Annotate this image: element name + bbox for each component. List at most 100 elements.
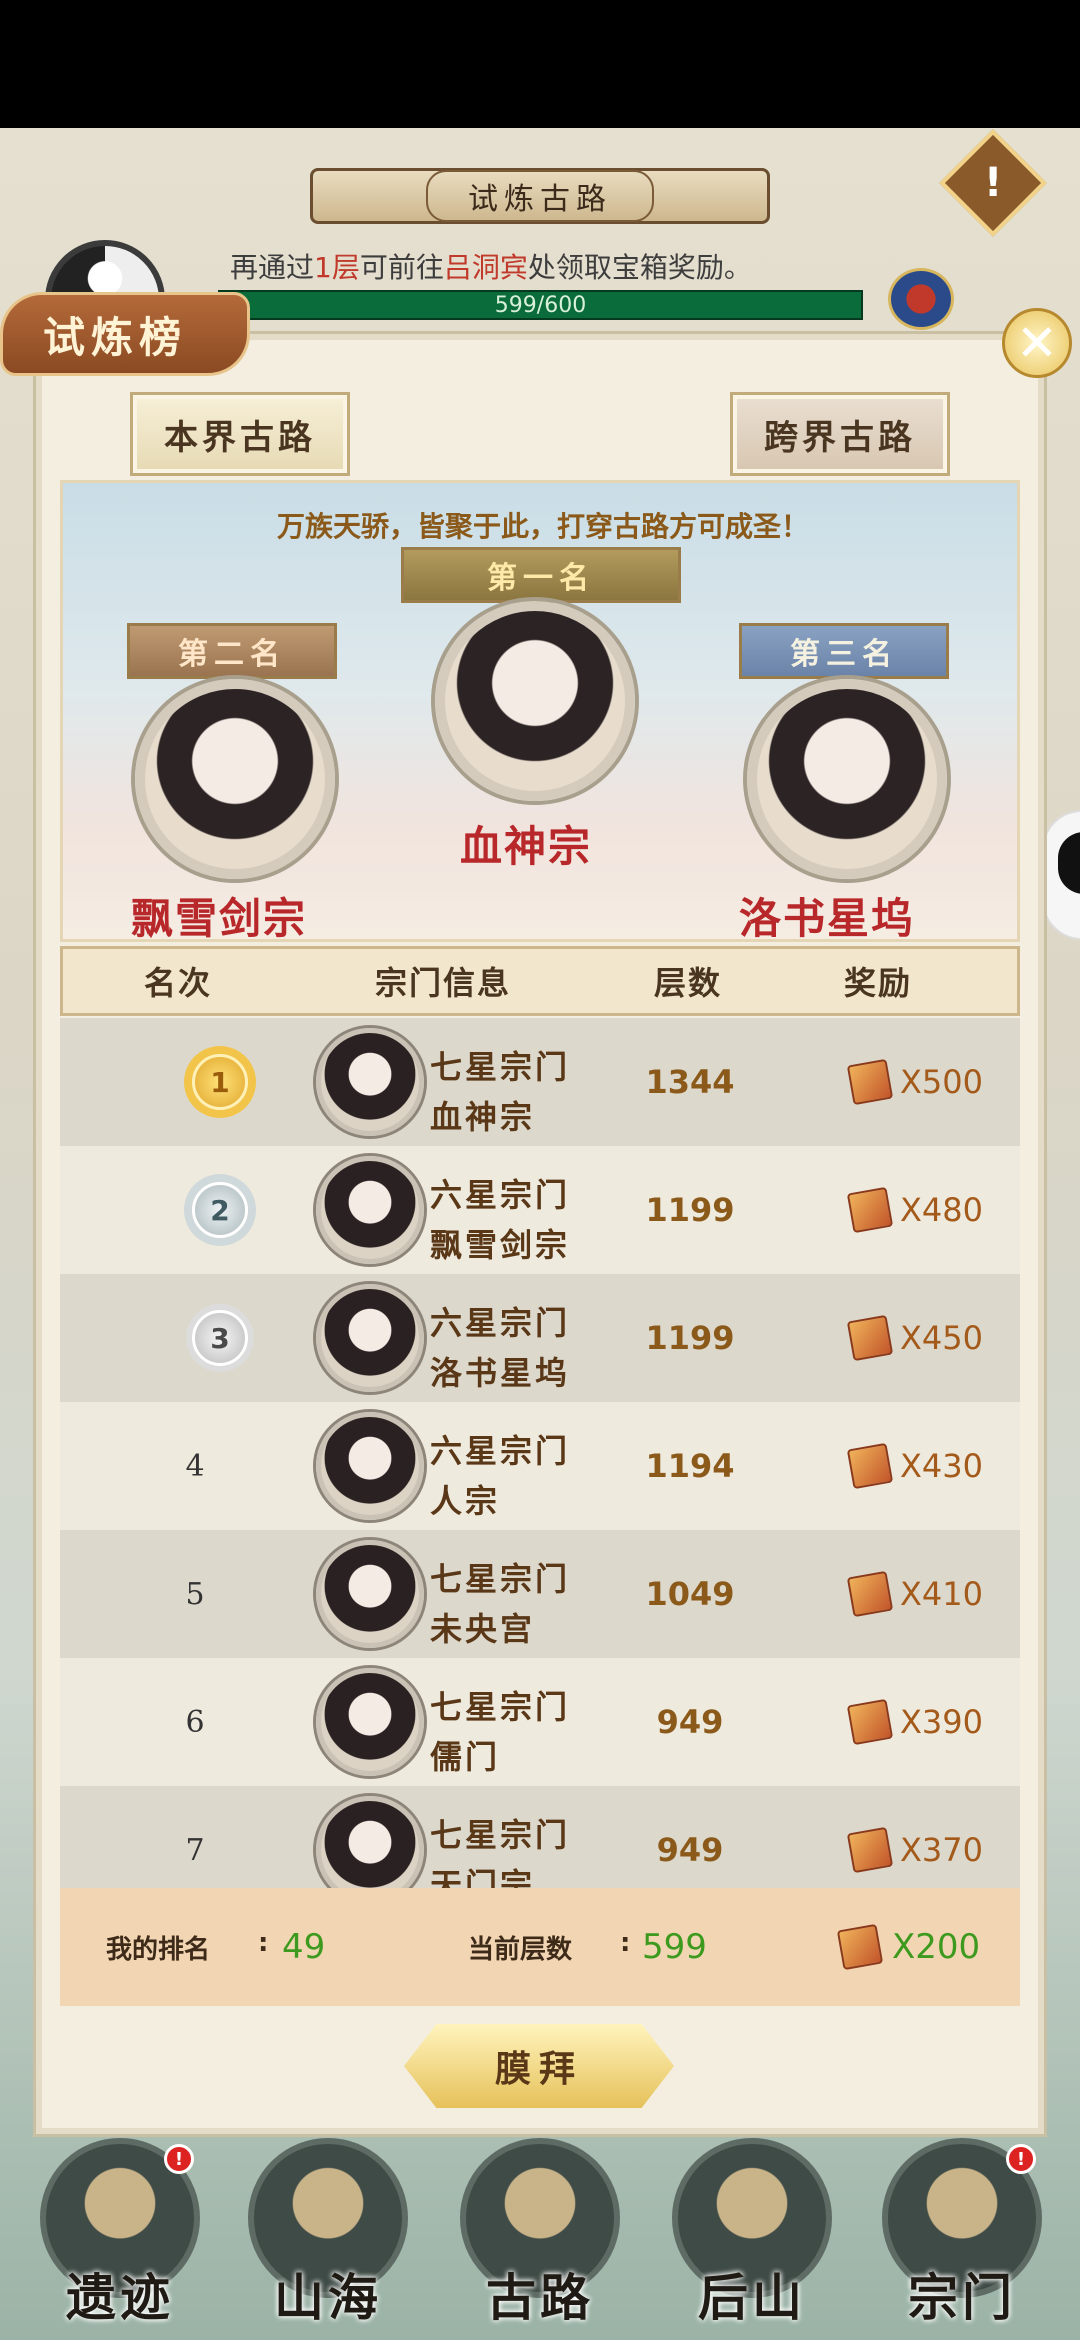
floor-count: 1199 [645,1191,735,1229]
nav-item-ancient-road[interactable]: 古路 [452,2138,628,2338]
first-place-banner: 第一名 [401,547,681,603]
reward-scroll-icon [846,1058,894,1106]
qq-penguin-icon[interactable] [1042,810,1080,940]
sect-avatar[interactable] [316,1668,424,1776]
sect-name: 飘雪剑宗 [430,1226,571,1264]
warning-icon: ! [983,160,1003,206]
sect-name: 洛书星坞 [430,1354,571,1392]
sect-avatar[interactable] [316,1412,424,1520]
nav-label: 宗门 [908,2268,1016,2327]
reward: X370 [846,1826,983,1874]
nav-label: 后山 [698,2268,806,2327]
notification-badge: ! [164,2144,194,2174]
floor-tip: 再通过1层可前往吕洞宾处领取宝箱奖励。 [230,251,752,284]
sect-avatar[interactable] [316,1028,424,1136]
sect-tier: 七星宗门 [430,1048,571,1086]
rank-number: 6 [185,1704,205,1740]
reward: X390 [846,1698,983,1746]
reward: X480 [846,1186,983,1234]
third-place-avatar[interactable] [747,679,947,879]
nav-label: 古路 [486,2268,594,2327]
status-bar [0,0,1080,128]
nav-item-ruins[interactable]: ! 遗迹 [32,2138,208,2338]
current-floor-label: 当前层数 [468,1934,573,1965]
third-place-banner: 第三名 [739,623,949,679]
sect-name: 天门宗 [430,1866,536,1888]
reward-scroll-icon [846,1826,894,1874]
silver-medal-icon: 2 [170,1175,270,1245]
gold-medal-icon: 1 [170,1047,270,1117]
table-row[interactable]: 4 六星宗门 人宗 1194 X430 [60,1402,1020,1530]
reward-scroll-icon [846,1698,894,1746]
reward-scroll-icon [836,1923,884,1971]
first-place-avatar[interactable] [435,601,635,801]
reward: X430 [846,1442,983,1490]
tab-local-road[interactable]: 本界古路 [130,392,350,476]
sect-tier: 七星宗门 [430,1816,571,1854]
reward-scroll-icon [846,1314,894,1362]
second-place-avatar[interactable] [135,679,335,879]
reward-scroll-icon [846,1442,894,1490]
floor-count: 949 [656,1831,724,1869]
nav-label: 山海 [274,2268,382,2327]
header-rank: 名次 [143,964,212,1002]
close-button[interactable]: ✕ [1002,308,1072,378]
floor-progress-bar: 599/600 [218,290,863,320]
sect-avatar[interactable] [316,1540,424,1648]
floor-count: 1344 [645,1063,735,1101]
top-three-podium: 万族天骄，皆聚于此，打穿古路方可成圣！ 第一名 血神宗 第二名 飘雪剑宗 第三名… [60,480,1020,942]
sect-avatar[interactable] [316,1796,424,1888]
bronze-medal-icon: 3 [170,1303,270,1373]
floor-count: 1049 [645,1575,735,1613]
sect-tier: 六星宗门 [430,1432,571,1470]
sect-name: 血神宗 [430,1098,536,1136]
sect-name: 未央宫 [430,1610,536,1648]
sect-name: 儒门 [430,1738,501,1776]
table-row[interactable]: 1 七星宗门 血神宗 1344 X500 [60,1018,1020,1146]
road-title-scroll: 试炼古路 [310,168,770,224]
sect-tier: 六星宗门 [430,1304,571,1342]
ranking-table-body[interactable]: 1 七星宗门 血神宗 1344 X500 2 六星宗门 飘雪剑宗 1199 X4… [60,1018,1020,1888]
floor-count: 1194 [645,1447,735,1485]
table-row[interactable]: 5 七星宗门 未央宫 1049 X410 [60,1530,1020,1658]
sect-tier: 七星宗门 [430,1688,571,1726]
header-floor: 层数 [653,964,722,1002]
table-row[interactable]: 7 七星宗门 天门宗 949 X370 [60,1786,1020,1888]
notification-badge: ! [1006,2144,1036,2174]
my-reward-value: X200 [892,1927,981,1967]
second-place-banner: 第二名 [127,623,337,679]
current-floor-value: 599 [642,1927,707,1967]
table-row[interactable]: 2 六星宗门 飘雪剑宗 1199 X480 [60,1146,1020,1274]
sect-tier: 六星宗门 [430,1176,571,1214]
podium-slogan: 万族天骄，皆聚于此，打穿古路方可成圣！ [276,510,809,543]
reward-scroll-icon [846,1186,894,1234]
nav-item-mountain-sea[interactable]: 山海 [240,2138,416,2338]
second-place-sect: 飘雪剑宗 [131,894,308,942]
worship-button[interactable]: 膜拜 [404,2024,674,2108]
tab-cross-road[interactable]: 跨界古路 [730,392,950,476]
nav-item-back-mountain[interactable]: 后山 [664,2138,840,2338]
road-title: 试炼古路 [426,170,654,222]
header-reward: 奖励 [843,964,912,1002]
header-sect: 宗门信息 [374,964,511,1002]
sect-avatar[interactable] [316,1156,424,1264]
rank-number: 7 [185,1832,205,1868]
floor-count: 1199 [645,1319,735,1357]
sect-avatar[interactable] [316,1284,424,1392]
my-rank-bar: 我的排名 : 49 当前层数 : 599 X200 [60,1888,1020,2006]
nav-item-sect[interactable]: ! 宗门 [874,2138,1050,2338]
reward: X450 [846,1314,983,1362]
my-rank-label: 我的排名 [106,1934,211,1965]
dialog-title: 试炼榜 [0,292,250,376]
sect-name: 人宗 [430,1482,501,1520]
table-row[interactable]: 6 七星宗门 儒门 949 X390 [60,1658,1020,1786]
third-place-sect: 洛书星坞 [739,894,916,942]
close-icon: ✕ [1016,314,1058,372]
bottom-nav: ! 遗迹 山海 古路 后山 ! 宗门 [0,2130,1080,2340]
reward-scroll-icon [846,1570,894,1618]
ranking-table-header: 名次 宗门信息 层数 奖励 [60,946,1020,1016]
reward: X500 [846,1058,983,1106]
table-row[interactable]: 3 六星宗门 洛书星坞 1199 X450 [60,1274,1020,1402]
sect-tier: 七星宗门 [430,1560,571,1598]
treasure-chest-icon[interactable] [888,268,954,330]
